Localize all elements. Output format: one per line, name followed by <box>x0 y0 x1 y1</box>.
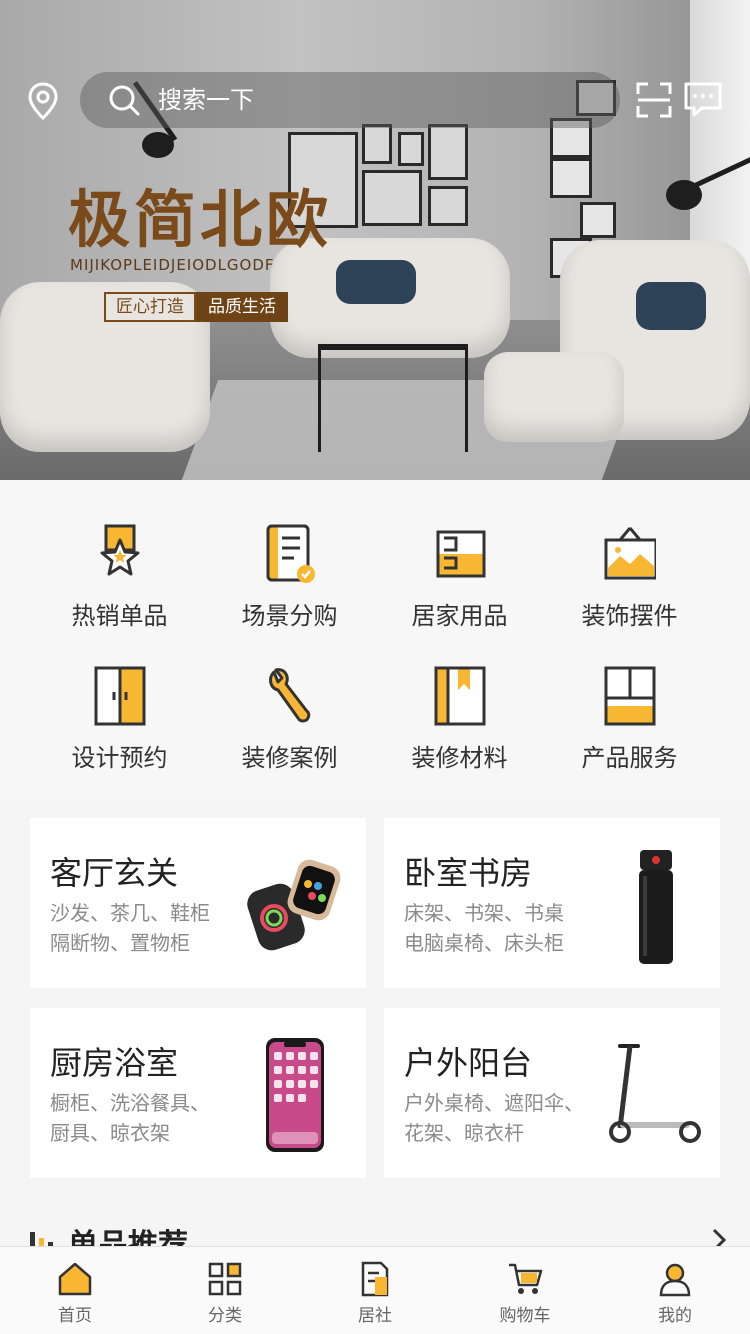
search-placeholder: 搜索一下 <box>158 86 254 114</box>
picture-frame-icon <box>604 527 656 580</box>
search-icon <box>109 85 140 116</box>
tab-bar: 首页 分类 居社 购物车 我的 <box>0 1246 750 1334</box>
room-card-kitchen[interactable]: 厨房浴室 橱柜、洗浴餐具、 厨具、晾衣架 <box>30 1008 366 1178</box>
banner-pillow <box>636 282 706 330</box>
banner-lamp <box>142 132 174 158</box>
category-decor[interactable]: 装饰摆件 <box>536 480 723 630</box>
category-grid: 热销单品 场景分购 居家用品 装饰摆件 设计预约 装修案例 装修材料 产品服务 <box>0 480 750 800</box>
tab-profile[interactable]: 我的 <box>600 1247 750 1334</box>
scooter-image <box>609 1044 701 1143</box>
banner-subtitle: MIJIKOPLEIDJEIODLGODF <box>70 256 275 274</box>
home-goods-icon <box>436 530 486 578</box>
cart-icon <box>509 1263 543 1294</box>
scan-icon[interactable] <box>636 82 672 118</box>
category-scenes[interactable]: 场景分购 <box>196 480 383 630</box>
banner-tag: 品质生活 <box>196 292 288 322</box>
tab-community[interactable]: 居社 <box>300 1247 450 1334</box>
hero-banner[interactable]: 搜索一下 极简北欧 MIJIKOPLEIDJEIODLGODF 匠心打造 品质生… <box>0 0 750 480</box>
banner-frame <box>362 124 392 164</box>
home-icon <box>58 1262 92 1296</box>
location-pin-icon[interactable] <box>26 82 60 120</box>
banner-lamp <box>666 180 702 210</box>
category-design-booking[interactable]: 设计预约 <box>26 622 213 772</box>
banner-frame <box>398 132 424 166</box>
card-desc: 橱柜、洗浴餐具、 厨具、晾衣架 <box>50 1091 210 1145</box>
category-label: 装修案例 <box>241 744 338 772</box>
smartphone-image <box>266 1038 324 1152</box>
room-card-outdoor[interactable]: 户外阳台 户外桌椅、遮阳伞、 花架、晾衣杆 <box>384 1008 720 1178</box>
banner-shelf <box>550 158 592 198</box>
tab-label: 我的 <box>658 1306 692 1326</box>
book-icon <box>434 666 486 726</box>
tab-label: 分类 <box>208 1306 242 1326</box>
card-desc: 床架、书架、书桌 电脑桌椅、床头柜 <box>404 901 564 955</box>
banner-frame <box>362 170 422 226</box>
category-label: 产品服务 <box>581 744 678 772</box>
thermos-bottle-image <box>639 850 673 964</box>
banner-title: 极简北欧 <box>68 183 333 256</box>
banner-frame <box>428 186 468 226</box>
cabinet-icon <box>604 666 656 726</box>
card-title: 厨房浴室 <box>50 1044 179 1082</box>
hot-badge-icon <box>100 524 140 576</box>
banner-shelf <box>580 202 616 238</box>
category-home-goods[interactable]: 居家用品 <box>366 480 553 630</box>
banner-tag: 匠心打造 <box>104 292 196 322</box>
grid-icon <box>208 1262 242 1296</box>
card-desc: 户外桌椅、遮阳伞、 花架、晾衣杆 <box>404 1091 584 1145</box>
card-title: 户外阳台 <box>404 1044 533 1082</box>
card-title: 客厅玄关 <box>50 854 179 892</box>
banner-table <box>318 344 468 452</box>
category-renovation-cases[interactable]: 装修案例 <box>196 622 383 772</box>
category-hot-items[interactable]: 热销单品 <box>26 480 213 630</box>
tab-label: 首页 <box>58 1306 92 1326</box>
banner-pillow <box>336 260 416 304</box>
tab-label: 购物车 <box>499 1306 551 1326</box>
search-bar[interactable]: 搜索一下 <box>80 72 620 128</box>
card-desc: 沙发、茶几、鞋柜 隔断物、置物柜 <box>50 901 210 955</box>
community-icon <box>361 1261 389 1297</box>
tab-home[interactable]: 首页 <box>0 1247 150 1334</box>
category-label: 装修材料 <box>411 744 508 772</box>
room-card-bedroom[interactable]: 卧室书房 床架、书架、书桌 电脑桌椅、床头柜 <box>384 818 720 988</box>
profile-icon <box>659 1263 691 1297</box>
banner-frame <box>428 124 468 180</box>
banner-ottoman <box>484 352 624 442</box>
tab-cart[interactable]: 购物车 <box>450 1247 600 1334</box>
smartwatch-image <box>247 859 341 951</box>
category-product-service[interactable]: 产品服务 <box>536 622 723 772</box>
tab-label: 居社 <box>358 1306 392 1326</box>
category-label: 设计预约 <box>71 744 168 772</box>
wrench-icon <box>269 668 311 723</box>
checklist-icon <box>266 524 315 583</box>
tab-category[interactable]: 分类 <box>150 1247 300 1334</box>
card-title: 卧室书房 <box>404 854 533 892</box>
message-icon[interactable] <box>684 82 722 118</box>
room-card-living[interactable]: 客厅玄关 沙发、茶几、鞋柜 隔断物、置物柜 <box>30 818 366 988</box>
wardrobe-icon <box>94 666 146 726</box>
category-materials[interactable]: 装修材料 <box>366 622 553 772</box>
